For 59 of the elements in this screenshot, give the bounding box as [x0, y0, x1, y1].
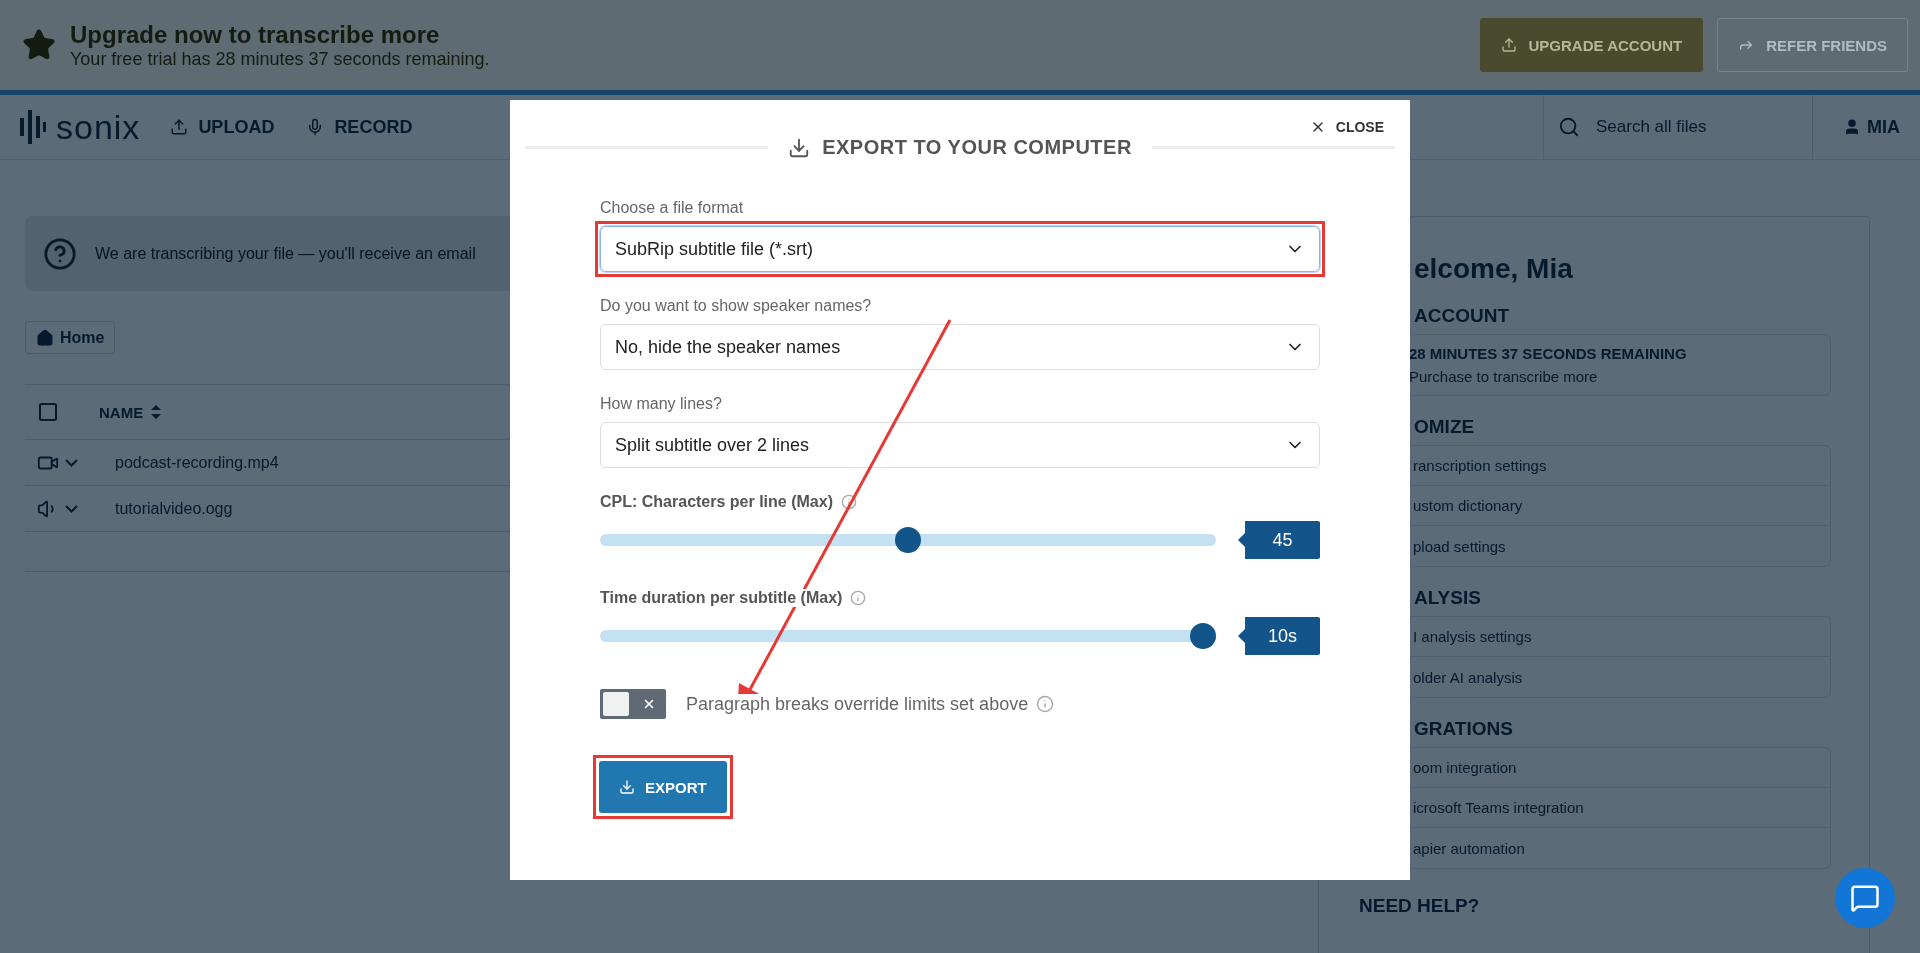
toggle-switch[interactable]	[600, 689, 666, 719]
slider-value: 45	[1238, 521, 1320, 559]
search-icon[interactable]	[1558, 116, 1580, 138]
select-field[interactable]: SubRip subtitle file (*.srt)	[600, 226, 1320, 272]
dialog-title: EXPORT TO YOUR COMPUTER	[788, 136, 1132, 159]
section-heading: GRATIONS	[1413, 718, 1514, 740]
download-icon	[619, 779, 635, 795]
info-icon	[1036, 695, 1055, 713]
upload-icon	[1500, 37, 1517, 53]
download-icon	[788, 136, 811, 159]
select-field[interactable]: Split subtitle over 2 lines	[600, 422, 1320, 468]
card-subtitle: Purchase to transcribe more	[1408, 368, 1599, 385]
field-label: How many lines?	[600, 395, 723, 413]
slider-value: 10s	[1238, 617, 1320, 655]
star-icon	[22, 28, 56, 62]
banner-subtitle: Your free trial has 28 minutes 37 seconds remaining.	[70, 48, 491, 70]
info-icon	[850, 590, 867, 606]
info-icon	[840, 494, 857, 510]
section-heading: NEED HELP?	[1358, 895, 1481, 917]
chevron-icon	[65, 504, 78, 513]
slider-thumb[interactable]	[895, 527, 921, 553]
logo-text: sonix	[56, 107, 141, 147]
sort-icon	[151, 405, 162, 419]
section-heading: ACCOUNT	[1413, 305, 1510, 327]
home-icon	[36, 328, 54, 347]
section-heading: ALYSIS	[1413, 587, 1482, 609]
chevron-icon	[65, 458, 78, 467]
record-link[interactable]: RECORD	[306, 116, 413, 138]
field-label: Do you want to show speaker names?	[600, 297, 873, 315]
slider-label: CPL: Characters per line (Max)	[600, 493, 833, 511]
file-link[interactable]: podcast-recording.mp4	[115, 453, 279, 472]
close-button[interactable]: CLOSE	[1303, 118, 1390, 136]
chat-button[interactable]	[1835, 868, 1895, 928]
greeting: elcome, Mia	[1413, 253, 1574, 285]
toggle-label: Paragraph breaks override limits set above	[686, 693, 1029, 715]
help-icon	[43, 236, 77, 271]
upload-icon	[170, 118, 189, 136]
upload-link[interactable]: UPLOAD	[170, 116, 275, 138]
export-button[interactable]: EXPORT	[599, 761, 727, 813]
select-all-checkbox[interactable]	[39, 403, 57, 421]
section-heading: OMIZE	[1413, 416, 1476, 438]
slider-label: Time duration per subtitle (Max)	[600, 589, 843, 607]
field-label: Choose a file format	[600, 199, 745, 217]
notice-text: We are transcribing your file — you'll receive an email	[95, 244, 476, 263]
column-header[interactable]: NAME	[99, 403, 144, 421]
upgrade-button[interactable]: UPGRADE ACCOUNT	[1479, 18, 1704, 72]
user-icon	[1843, 118, 1861, 136]
banner-title: Upgrade now to transcribe more	[70, 20, 441, 49]
file-link[interactable]: tutorialvideo.ogg	[115, 499, 233, 518]
search-field[interactable]: Search all files	[1594, 116, 1794, 138]
slider-thumb[interactable]	[1190, 623, 1216, 649]
refer-button[interactable]: REFER FRIENDS	[1717, 18, 1908, 72]
select-field[interactable]: No, hide the speaker names	[600, 324, 1320, 370]
user-menu[interactable]: MIA	[1843, 116, 1900, 138]
x-icon	[642, 697, 656, 711]
card-title: 28 MINUTES 37 SECONDS REMAINING	[1408, 345, 1688, 362]
chat-icon	[1850, 883, 1880, 913]
logo-icon	[20, 110, 46, 144]
home-breadcrumb[interactable]: Home	[25, 321, 116, 354]
